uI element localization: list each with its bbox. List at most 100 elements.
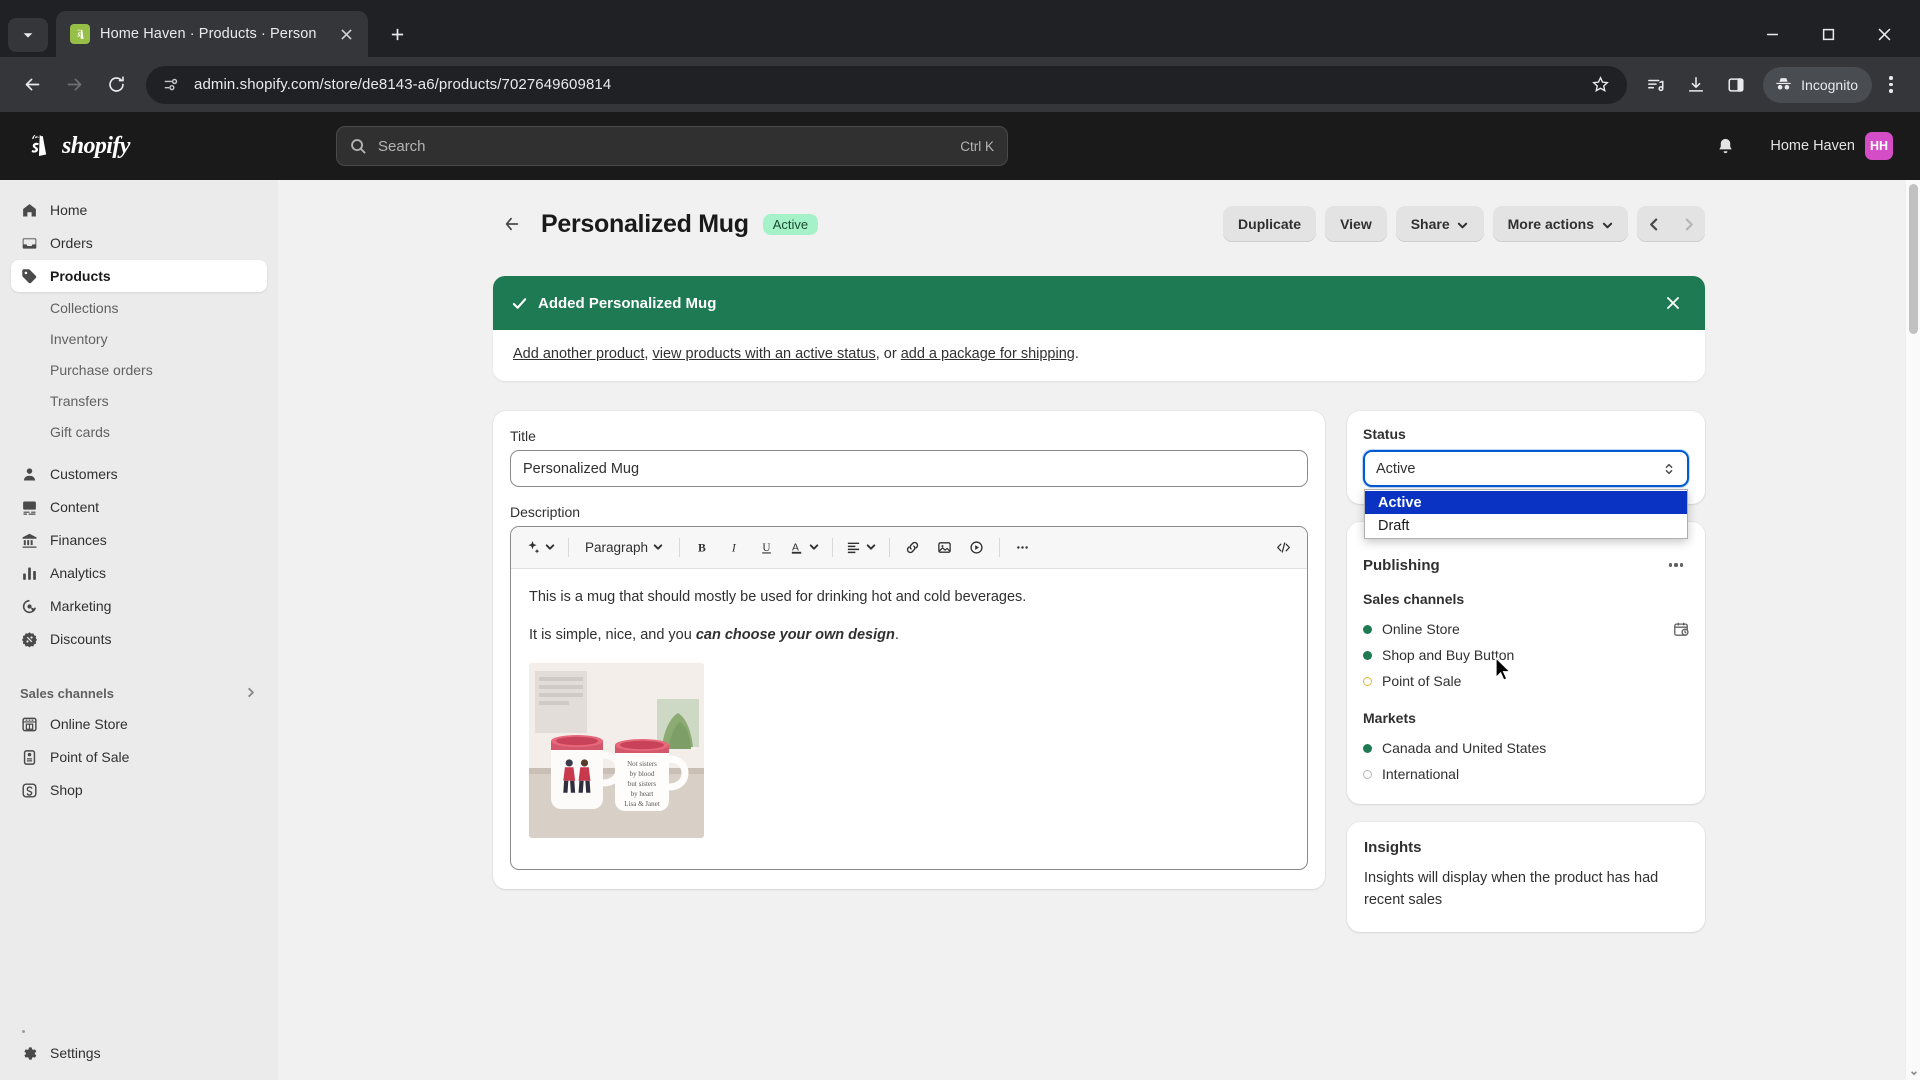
- more-actions-button[interactable]: More actions: [1492, 206, 1628, 242]
- underline-icon[interactable]: U: [752, 533, 781, 562]
- channel-row-point-of-sale[interactable]: Point of Sale: [1363, 668, 1689, 694]
- insert-image-icon[interactable]: [930, 533, 959, 562]
- tab-close-icon[interactable]: [334, 22, 358, 46]
- add-package-shipping-link[interactable]: add a package for shipping: [901, 346, 1075, 362]
- sidebar-collapse-grip[interactable]: [11, 1025, 267, 1037]
- view-button[interactable]: View: [1325, 206, 1387, 242]
- close-icon[interactable]: [1661, 291, 1685, 315]
- channel-row-shop-buy-button[interactable]: Shop and Buy Button: [1363, 642, 1689, 668]
- sidebar-item-finances[interactable]: Finances: [11, 524, 267, 556]
- next-product-button[interactable]: [1671, 206, 1705, 242]
- sidebar-item-online-store[interactable]: Online Store: [11, 708, 267, 740]
- status-dot-on: [1363, 624, 1372, 634]
- back-arrow-icon[interactable]: [12, 65, 52, 105]
- previous-product-button[interactable]: [1637, 206, 1671, 242]
- sidebar-item-collections[interactable]: Collections: [11, 293, 267, 323]
- sales-channels-section-header[interactable]: Sales channels: [11, 678, 267, 708]
- text-color-icon[interactable]: A: [784, 533, 824, 562]
- kebab-menu-icon[interactable]: [1874, 66, 1908, 104]
- add-another-product-link[interactable]: Add another product: [513, 346, 644, 362]
- description-product-image[interactable]: Not sisters by blood but sisters by hear…: [529, 662, 704, 838]
- address-bar[interactable]: admin.shopify.com/store/de8143-a6/produc…: [146, 65, 1628, 104]
- sidebar-item-orders[interactable]: Orders: [11, 227, 267, 259]
- description-content[interactable]: This is a mug that should mostly be used…: [511, 569, 1307, 869]
- status-option-draft[interactable]: Draft: [1365, 514, 1687, 537]
- view-active-products-link[interactable]: view products with an active status: [652, 346, 875, 362]
- sidebar-item-label: Finances: [50, 532, 107, 548]
- sidebar-item-gift-cards[interactable]: Gift cards: [11, 417, 267, 447]
- browser-tab[interactable]: Home Haven · Products · Person: [56, 11, 368, 57]
- vertical-scrollbar[interactable]: [1905, 180, 1920, 1080]
- reading-list-icon[interactable]: [1637, 66, 1675, 104]
- store-account-button[interactable]: Home Haven HH: [1758, 127, 1900, 165]
- sidebar-item-label: Settings: [50, 1045, 101, 1061]
- secondary-column: Status Active Active Draft Publishing Sa…: [1347, 411, 1705, 950]
- scroll-down-arrow[interactable]: [1906, 1065, 1920, 1080]
- reload-icon[interactable]: [96, 65, 136, 105]
- schedule-calendar-icon[interactable]: [1672, 621, 1689, 638]
- window-controls: [1744, 11, 1912, 57]
- market-row-canada-us[interactable]: Canada and United States: [1363, 735, 1689, 761]
- publishing-header: Publishing: [1363, 552, 1689, 578]
- search-input[interactable]: Search Ctrl K: [336, 126, 1008, 166]
- incognito-profile-button[interactable]: Incognito: [1763, 66, 1872, 103]
- sidebar-subitem-label: Inventory: [50, 331, 108, 347]
- notifications-bell-icon[interactable]: [1706, 127, 1744, 165]
- align-icon[interactable]: [841, 533, 881, 562]
- italic-icon[interactable]: I: [720, 533, 749, 562]
- sidebar-item-home[interactable]: Home: [11, 194, 267, 226]
- link-icon[interactable]: [898, 533, 927, 562]
- sidebar-item-transfers[interactable]: Transfers: [11, 386, 267, 416]
- settings-gear-icon: [20, 1044, 39, 1063]
- new-tab-button[interactable]: [380, 17, 414, 51]
- channel-row-online-store[interactable]: Online Store: [1363, 616, 1689, 642]
- insert-video-icon[interactable]: [962, 533, 991, 562]
- paragraph-style-select[interactable]: Paragraph: [577, 533, 671, 562]
- site-settings-icon[interactable]: [160, 74, 182, 96]
- status-select[interactable]: Active: [1363, 450, 1689, 487]
- sidebar-item-inventory[interactable]: Inventory: [11, 324, 267, 354]
- code-view-icon[interactable]: [1269, 533, 1298, 562]
- sidebar-item-settings[interactable]: Settings: [11, 1037, 267, 1069]
- duplicate-button[interactable]: Duplicate: [1223, 206, 1317, 242]
- svg-text:I: I: [731, 542, 737, 555]
- sales-channels-label: Sales channels: [1363, 591, 1465, 607]
- more-options-icon[interactable]: [1008, 533, 1037, 562]
- more-options-icon[interactable]: [1663, 552, 1689, 578]
- sidebar-item-discounts[interactable]: Discounts: [11, 623, 267, 655]
- sidebar-item-customers[interactable]: Customers: [11, 458, 267, 490]
- sidebar-item-label: Marketing: [50, 598, 112, 614]
- share-button[interactable]: Share: [1395, 206, 1484, 242]
- sidebar-item-point-of-sale[interactable]: Point of Sale: [11, 741, 267, 773]
- description-paragraph-2: It is simple, nice, and you can choose y…: [529, 624, 1289, 646]
- analytics-bars-icon: [20, 564, 39, 583]
- market-row-international[interactable]: International: [1363, 761, 1689, 787]
- product-title-input[interactable]: [510, 450, 1308, 487]
- sidebar-item-analytics[interactable]: Analytics: [11, 557, 267, 589]
- forward-arrow-icon[interactable]: [54, 65, 94, 105]
- status-dot-on: [1363, 650, 1372, 660]
- download-icon[interactable]: [1677, 66, 1715, 104]
- sidebar-item-products[interactable]: Products: [11, 260, 267, 292]
- ai-magic-icon[interactable]: [520, 533, 560, 562]
- tab-search-button[interactable]: [8, 18, 48, 52]
- button-label: Duplicate: [1238, 216, 1302, 232]
- scrollbar-thumb[interactable]: [1909, 184, 1918, 334]
- star-icon[interactable]: [1587, 72, 1613, 98]
- shopify-logo[interactable]: shopify: [20, 131, 298, 162]
- close-icon[interactable]: [1856, 11, 1912, 57]
- maximize-icon[interactable]: [1800, 11, 1856, 57]
- sidebar-item-label: Discounts: [50, 631, 112, 647]
- minimize-icon[interactable]: [1744, 11, 1800, 57]
- side-panel-icon[interactable]: [1717, 66, 1755, 104]
- status-option-active[interactable]: Active: [1365, 491, 1687, 514]
- bold-icon[interactable]: B: [688, 533, 717, 562]
- sidebar-item-marketing[interactable]: Marketing: [11, 590, 267, 622]
- sidebar-subitem-label: Purchase orders: [50, 362, 153, 378]
- sidebar-item-purchase-orders[interactable]: Purchase orders: [11, 355, 267, 385]
- sidebar-item-content[interactable]: Content: [11, 491, 267, 523]
- sidebar-subitem-label: Collections: [50, 300, 119, 316]
- tab-title: Home Haven · Products · Person: [100, 26, 317, 42]
- sidebar-item-shop[interactable]: Shop: [11, 774, 267, 806]
- back-arrow-icon[interactable]: [497, 209, 527, 239]
